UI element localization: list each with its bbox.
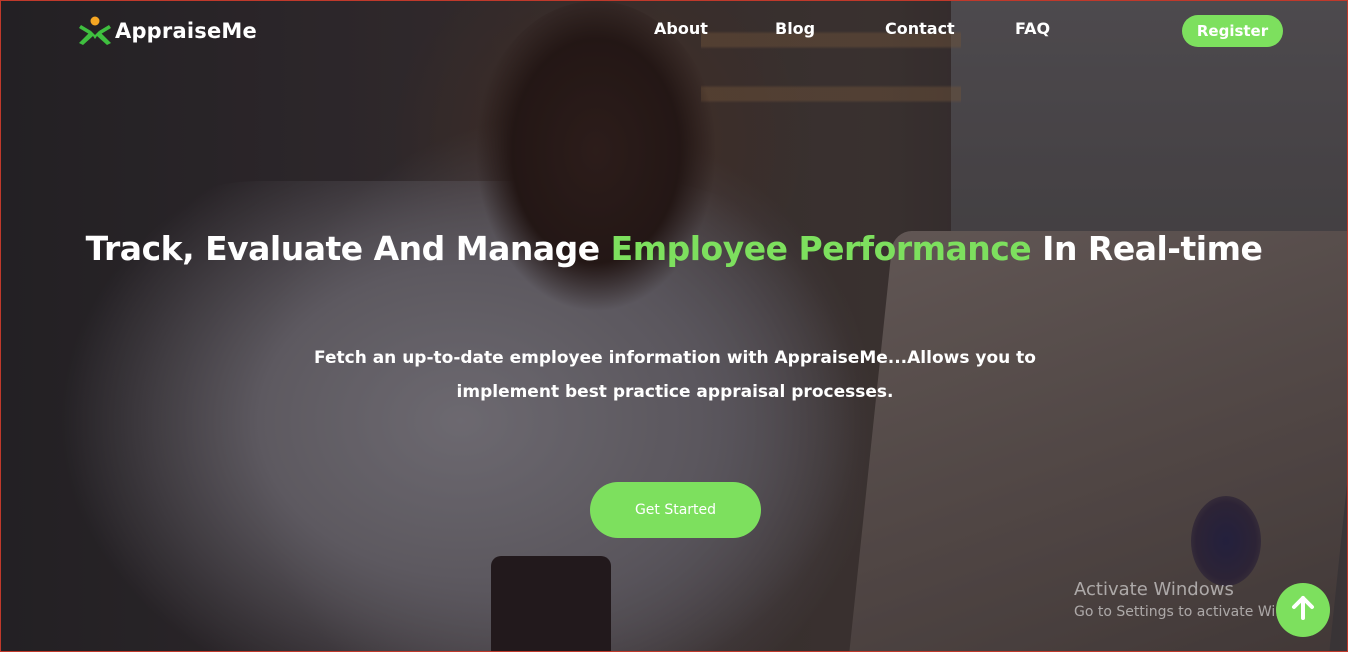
nav-link-about[interactable]: About	[654, 19, 708, 38]
hero-headline: Track, Evaluate And Manage Employee Perf…	[1, 229, 1347, 268]
scroll-to-top-button[interactable]	[1276, 583, 1330, 637]
arrow-up-icon	[1291, 595, 1315, 625]
nav-link-faq[interactable]: FAQ	[1015, 19, 1050, 38]
hero-section: AppraiseMe About Blog Contact FAQ Regist…	[0, 0, 1348, 652]
headline-text-start: Track, Evaluate And Manage	[85, 229, 611, 268]
headline-accent-text: Employee Performance	[610, 229, 1032, 268]
register-button[interactable]: Register	[1182, 15, 1283, 47]
brand-name: AppraiseMe	[115, 19, 257, 43]
headline-text-end: In Real-time	[1031, 229, 1263, 268]
nav-link-blog[interactable]: Blog	[775, 19, 815, 38]
nav-link-contact[interactable]: Contact	[885, 19, 955, 38]
person-raising-arms-icon	[77, 15, 113, 47]
hero-dark-overlay	[1, 1, 1347, 651]
brand-logo[interactable]: AppraiseMe	[77, 15, 257, 47]
hero-subtext: Fetch an up-to-date employee information…	[314, 348, 1036, 402]
get-started-button[interactable]: Get Started	[590, 482, 761, 538]
